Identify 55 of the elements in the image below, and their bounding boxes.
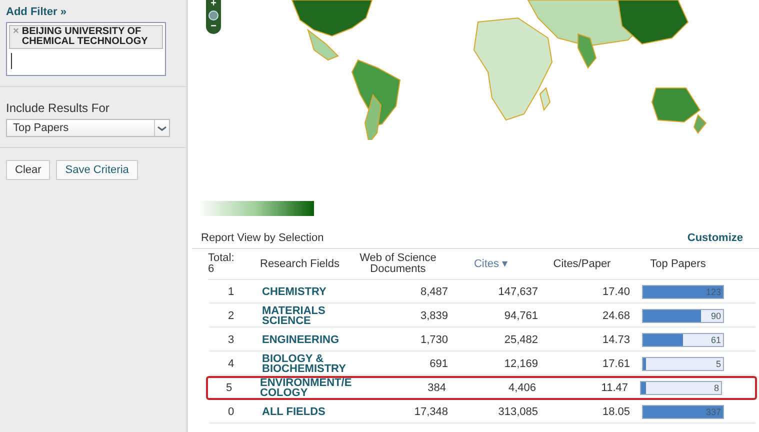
- cites-per-paper-cell-text: 24.68: [601, 311, 630, 321]
- customize-link[interactable]: Customize: [687, 232, 743, 244]
- add-filter-link[interactable]: Add Filter »: [6, 6, 180, 18]
- rank-cell-text: 3: [226, 335, 236, 345]
- rank-cell-text: 2: [226, 311, 236, 321]
- top-papers-count: 8: [714, 383, 719, 393]
- zoom-out-button[interactable]: −: [210, 23, 216, 31]
- clear-button[interactable]: Clear: [6, 160, 50, 180]
- research-field-link[interactable]: BIOLOGY & BIOCHEMISTRY: [252, 354, 352, 374]
- include-results-select[interactable]: Top Papers: [6, 119, 170, 137]
- filter-input-field[interactable]: × BEIJING UNIVERSITY OF CHEMICAL TECHNOLOGY: [6, 22, 166, 76]
- research-field-link[interactable]: ENVIRONMENT/E COLOGY: [250, 378, 350, 398]
- cites-per-paper-cell-text: 17.61: [601, 359, 630, 369]
- zoom-in-button[interactable]: +: [210, 0, 216, 8]
- cites-cell-text: 25,482: [503, 335, 538, 345]
- include-results-label: Include Results For: [6, 101, 110, 115]
- top-papers-count: 5: [716, 359, 721, 369]
- documents-cell-text: 3,839: [419, 311, 448, 321]
- research-field-link[interactable]: ALL FIELDS: [252, 407, 352, 417]
- cites-cell-text: 4,406: [507, 383, 536, 393]
- cites-cell-text: 147,637: [497, 287, 538, 297]
- cites-cell-text: 12,169: [503, 359, 538, 369]
- globe-icon: [208, 10, 219, 21]
- research-field-link[interactable]: CHEMISTRY: [252, 287, 352, 297]
- rank-cell-text: 0: [226, 407, 236, 417]
- column-header: Cites/Paper: [552, 258, 612, 270]
- rank-cell-text: 5: [224, 383, 234, 393]
- cites-cell-text: 313,085: [497, 407, 538, 417]
- top-papers-count: 90: [710, 311, 721, 321]
- filter-tag-label: BEIJING UNIVERSITY OF CHEMICAL TECHNOLOGY: [22, 27, 149, 47]
- documents-cell-text: 8,487: [419, 287, 448, 297]
- research-field-link[interactable]: ENGINEERING: [252, 335, 352, 345]
- documents-cell-text: 17,348: [413, 407, 448, 417]
- cites-per-paper-cell-text: 17.40: [601, 287, 630, 297]
- column-header: Research Fields: [259, 258, 340, 270]
- chevron-down-icon: [154, 120, 169, 136]
- cites-per-paper-cell-text: 11.47: [600, 383, 628, 393]
- top-papers-count: 61: [710, 335, 721, 345]
- research-field-link[interactable]: MATERIALS SCIENCE: [252, 306, 352, 326]
- column-header: Total: 6: [208, 253, 236, 275]
- documents-cell-text: 1,730: [419, 335, 448, 345]
- cites-cell-text: 94,761: [503, 311, 538, 321]
- report-title: Report View by Selection: [201, 232, 324, 244]
- top-papers-count: 123: [706, 287, 721, 297]
- documents-cell-text: 691: [428, 359, 448, 369]
- cites-per-paper-cell-text: 18.05: [601, 407, 630, 417]
- cites-per-paper-cell-text: 14.73: [601, 335, 630, 345]
- rank-cell-text: 1: [226, 287, 236, 297]
- documents-cell-text: 384: [426, 383, 446, 393]
- top-papers-count: 337: [706, 407, 721, 417]
- column-header: Top Papers: [649, 258, 707, 270]
- column-header[interactable]: Cites ▾: [446, 258, 536, 270]
- rank-cell-text: 4: [226, 359, 236, 369]
- column-header: Web of Science Documents: [358, 253, 438, 275]
- save-criteria-button[interactable]: Save Criteria: [56, 160, 138, 180]
